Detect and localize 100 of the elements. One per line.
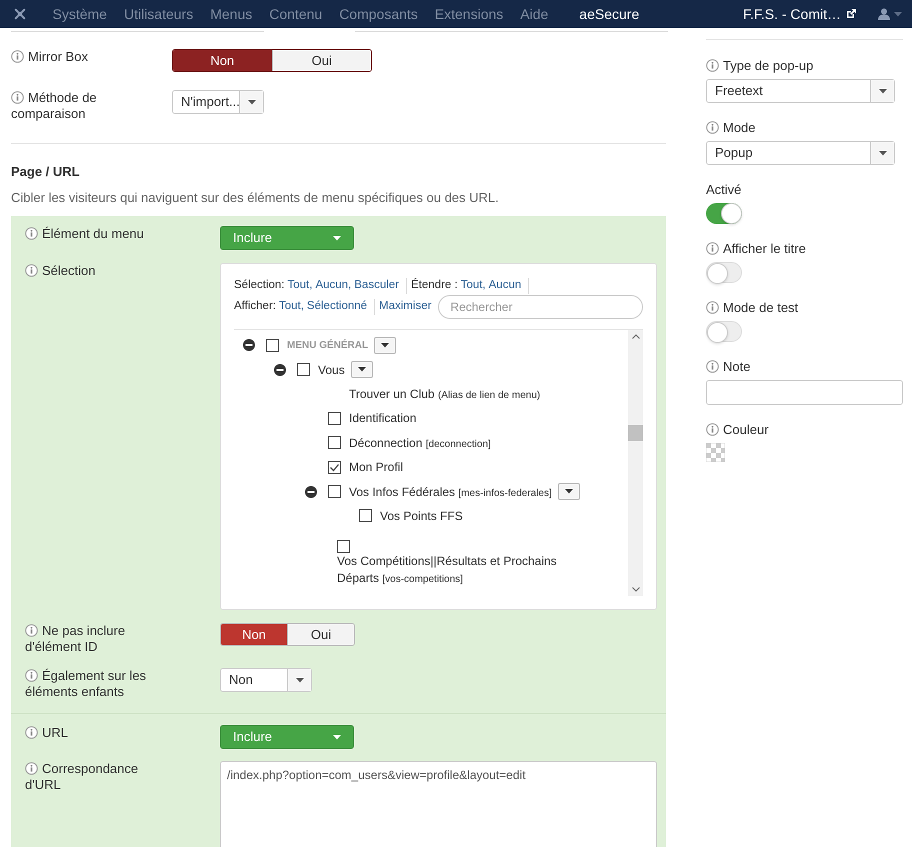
collapse-icon[interactable] [243,339,255,352]
field-label: Afficher le titre [706,241,806,256]
tree-item-label[interactable]: Trouver un Club (Alias de lien de menu) [349,384,540,403]
site-link[interactable]: F.F.S. - Comit… [742,4,856,24]
info-icon [25,264,38,277]
field-label: URL [25,725,155,741]
caret-icon [358,367,366,372]
toggle-option[interactable]: Oui [287,624,354,645]
select-field[interactable]: Popup [706,141,895,165]
nav-menu-item[interactable]: Système [44,4,116,24]
nav-menu-item[interactable]: Menus [202,4,261,24]
tree-item-label[interactable]: Vos Points FFS [380,506,463,525]
field-label: Mirror Box [11,49,88,64]
field-label: Mode de test [706,300,798,315]
info-icon [25,762,38,775]
toggle-option[interactable]: Non [221,624,287,645]
scrollbar[interactable] [628,330,643,596]
toggle-switch[interactable] [706,262,742,283]
info-icon [25,227,38,240]
nav-menu-item[interactable]: Aide [512,4,557,24]
toggle-switch[interactable] [706,203,742,224]
toolbar-link[interactable]: Aucun [488,277,522,295]
field-label: Sélection [25,263,155,279]
toggle-option[interactable]: Oui [272,50,371,71]
item-menu-button[interactable] [374,336,396,354]
nav-menu-item[interactable]: aeSecure [570,4,648,24]
info-icon [11,50,24,63]
field-label: Également sur les éléments enfants [25,668,148,700]
checkbox[interactable] [297,363,310,376]
toolbar-label: Afficher: [234,299,276,314]
user-icon [878,8,890,20]
checkbox[interactable] [328,436,341,450]
info-icon [706,59,719,72]
toolbar-link[interactable]: Tout, [460,277,486,295]
checkbox[interactable] [328,485,341,498]
toolbar-label: Étendre : [411,277,458,294]
info-icon [11,91,24,104]
toolbar-link[interactable]: Tout, [288,277,312,295]
info-icon [25,726,38,739]
collapse-icon[interactable] [305,486,317,498]
field-label: Méthode de comparaison [11,90,97,121]
tree-item-label[interactable]: Déconnection [deconnection] [349,434,491,452]
item-menu-button[interactable] [350,361,373,378]
item-menu-button[interactable] [558,483,580,500]
caret-icon [296,678,304,682]
info-icon [25,669,38,682]
info-icon [706,242,719,255]
caret-icon [878,150,886,156]
select-field[interactable]: N'import... [172,90,264,114]
toolbar-link[interactable]: Basculer [354,277,400,295]
select-field[interactable]: Freetext [706,79,895,103]
toolbar-link[interactable]: Maximiser [379,298,432,316]
scroll-down-icon[interactable] [632,587,640,592]
field-label: Couleur [706,422,769,437]
info-icon [706,121,719,134]
caret-icon [333,236,341,240]
note-input-field[interactable] [706,380,903,405]
external-link-icon [846,9,856,19]
info-icon [706,360,719,373]
tree-item-label[interactable]: Identification [349,409,416,428]
toolbar-link[interactable]: Tout, [278,298,304,316]
select-field[interactable]: Non [220,668,312,692]
caret-icon [248,100,256,104]
field-label: Ne pas inclure d'élément ID [25,623,126,655]
nav-menu-item[interactable]: Extensions [426,4,512,24]
checkbox[interactable] [328,412,341,425]
caret-icon [381,342,390,348]
toolbar-label: Sélection: [234,278,285,294]
toolbar-link[interactable]: Sélectionné [306,298,368,316]
caret-icon [878,88,886,94]
checkbox[interactable] [337,540,350,554]
checkbox[interactable] [359,509,372,522]
caret-icon [564,489,573,494]
checkbox[interactable] [328,460,341,474]
caret-icon [894,12,902,16]
field-label: Correspondance d'URL [25,761,140,793]
scrollbar-thumb[interactable] [628,425,643,441]
nav-menu-item[interactable]: Contenu [260,4,331,24]
section-description: Cibler les visiteurs qui naviguent sur des éléments de menu spécifiques ou des URL. [11,188,500,207]
toolbar-link[interactable]: Aucun, [315,277,352,295]
toggle-option[interactable]: Non [173,50,272,71]
nav-menu-item[interactable]: Utilisateurs [115,4,202,24]
field-label: Activé [706,182,742,197]
url-textarea[interactable]: /index.php?option=com_users&view=profile&layout=edit [220,761,657,847]
toggle-switch[interactable] [706,321,742,342]
user-menu-button[interactable] [878,8,902,20]
info-icon [706,301,719,314]
info-icon [706,423,719,436]
collapse-icon[interactable] [274,364,286,376]
caret-icon [333,734,341,740]
tree-item-label[interactable]: Vous [318,360,345,379]
tree-item-label[interactable]: Vos Infos Fédérales [mes-infos-federales] [349,482,552,501]
nav-menu-item[interactable]: Composants [330,4,426,24]
scroll-up-icon[interactable] [632,334,640,339]
color-swatch[interactable] [706,443,725,462]
field-label: Mode [706,120,756,135]
field-label: Note [706,359,750,374]
tree-item-label[interactable]: Mon Profil [349,458,404,476]
tree-item-label[interactable]: Vos Compétitions||Résultats et Prochains Départs [vos-competitions] [337,553,577,588]
checkbox[interactable] [266,338,279,352]
